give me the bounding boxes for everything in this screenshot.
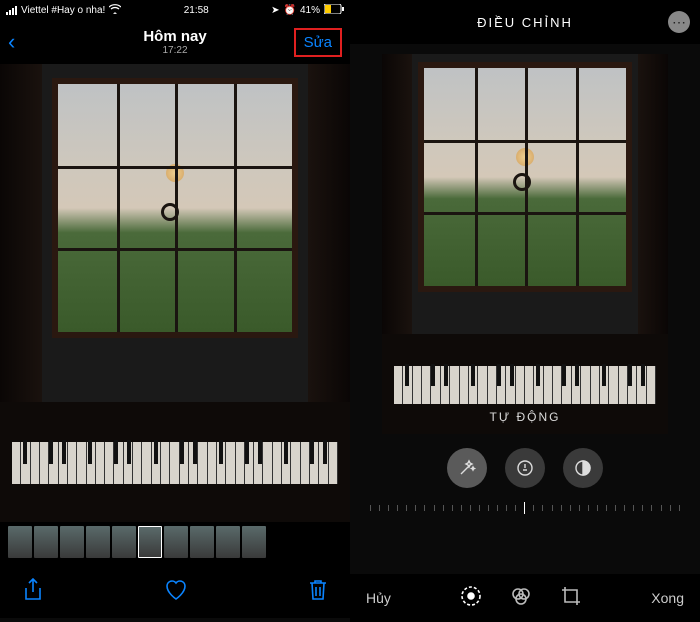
battery-label: 41% [300, 5, 320, 16]
auto-enhance-button[interactable] [447, 448, 487, 488]
more-button[interactable]: ⋯ [668, 11, 690, 33]
thumbnail[interactable] [34, 526, 58, 558]
done-button[interactable]: Xong [651, 590, 684, 606]
photo-viewer-screen: Viettel #Hay o nha! 21:58 ➤ ⏰ 41% ‹ Hôm … [0, 0, 350, 622]
crop-mode-icon[interactable] [560, 585, 582, 612]
edit-bottom-bar: Hủy Xong [350, 574, 700, 622]
nav-bar: ‹ Hôm nay 17:22 Sửa [0, 20, 350, 64]
edit-title: ĐIỀU CHỈNH [477, 15, 573, 30]
adjust-presets [350, 448, 700, 488]
thumbnail[interactable] [164, 526, 188, 558]
filters-mode-icon[interactable] [510, 585, 532, 612]
bottom-toolbar [0, 562, 350, 618]
share-icon[interactable] [22, 578, 44, 602]
cancel-button[interactable]: Hủy [366, 590, 391, 606]
brilliance-button[interactable] [563, 448, 603, 488]
exposure-button[interactable] [505, 448, 545, 488]
thumbnail[interactable] [190, 526, 214, 558]
edit-button[interactable]: Sửa [294, 28, 342, 57]
adjust-mode-icon[interactable] [460, 585, 482, 612]
thumbnail[interactable] [216, 526, 240, 558]
signal-icon [6, 6, 17, 15]
thumbnail-selected[interactable] [138, 526, 162, 558]
thumbnail[interactable] [112, 526, 136, 558]
status-bar: Viettel #Hay o nha! 21:58 ➤ ⏰ 41% [0, 0, 350, 20]
thumbnail[interactable] [242, 526, 266, 558]
edit-nav-bar: ĐIỀU CHỈNH ⋯ [350, 0, 700, 44]
favorite-icon[interactable] [163, 578, 189, 602]
nav-title: Hôm nay [143, 28, 206, 45]
alarm-icon: ⏰ [284, 5, 296, 16]
thumbnail[interactable] [86, 526, 110, 558]
edit-photo-view[interactable]: TỰ ĐỘNG [382, 54, 668, 434]
location-icon: ➤ [271, 5, 279, 16]
trash-icon[interactable] [308, 578, 328, 602]
back-button[interactable]: ‹ [8, 29, 15, 55]
photo-view[interactable] [0, 64, 350, 522]
status-time: 21:58 [184, 5, 209, 16]
carrier-label: Viettel #Hay o nha! [21, 5, 105, 16]
auto-label: TỰ ĐỘNG [490, 410, 561, 424]
nav-subtitle: 17:22 [143, 45, 206, 56]
adjustment-slider[interactable] [370, 498, 680, 518]
thumbnail-strip[interactable] [0, 522, 350, 562]
thumbnail[interactable] [60, 526, 84, 558]
battery-icon [324, 4, 344, 17]
thumbnail[interactable] [8, 526, 32, 558]
wifi-icon [109, 4, 121, 17]
photo-edit-screen: ĐIỀU CHỈNH ⋯ TỰ ĐỘNG [350, 0, 700, 622]
